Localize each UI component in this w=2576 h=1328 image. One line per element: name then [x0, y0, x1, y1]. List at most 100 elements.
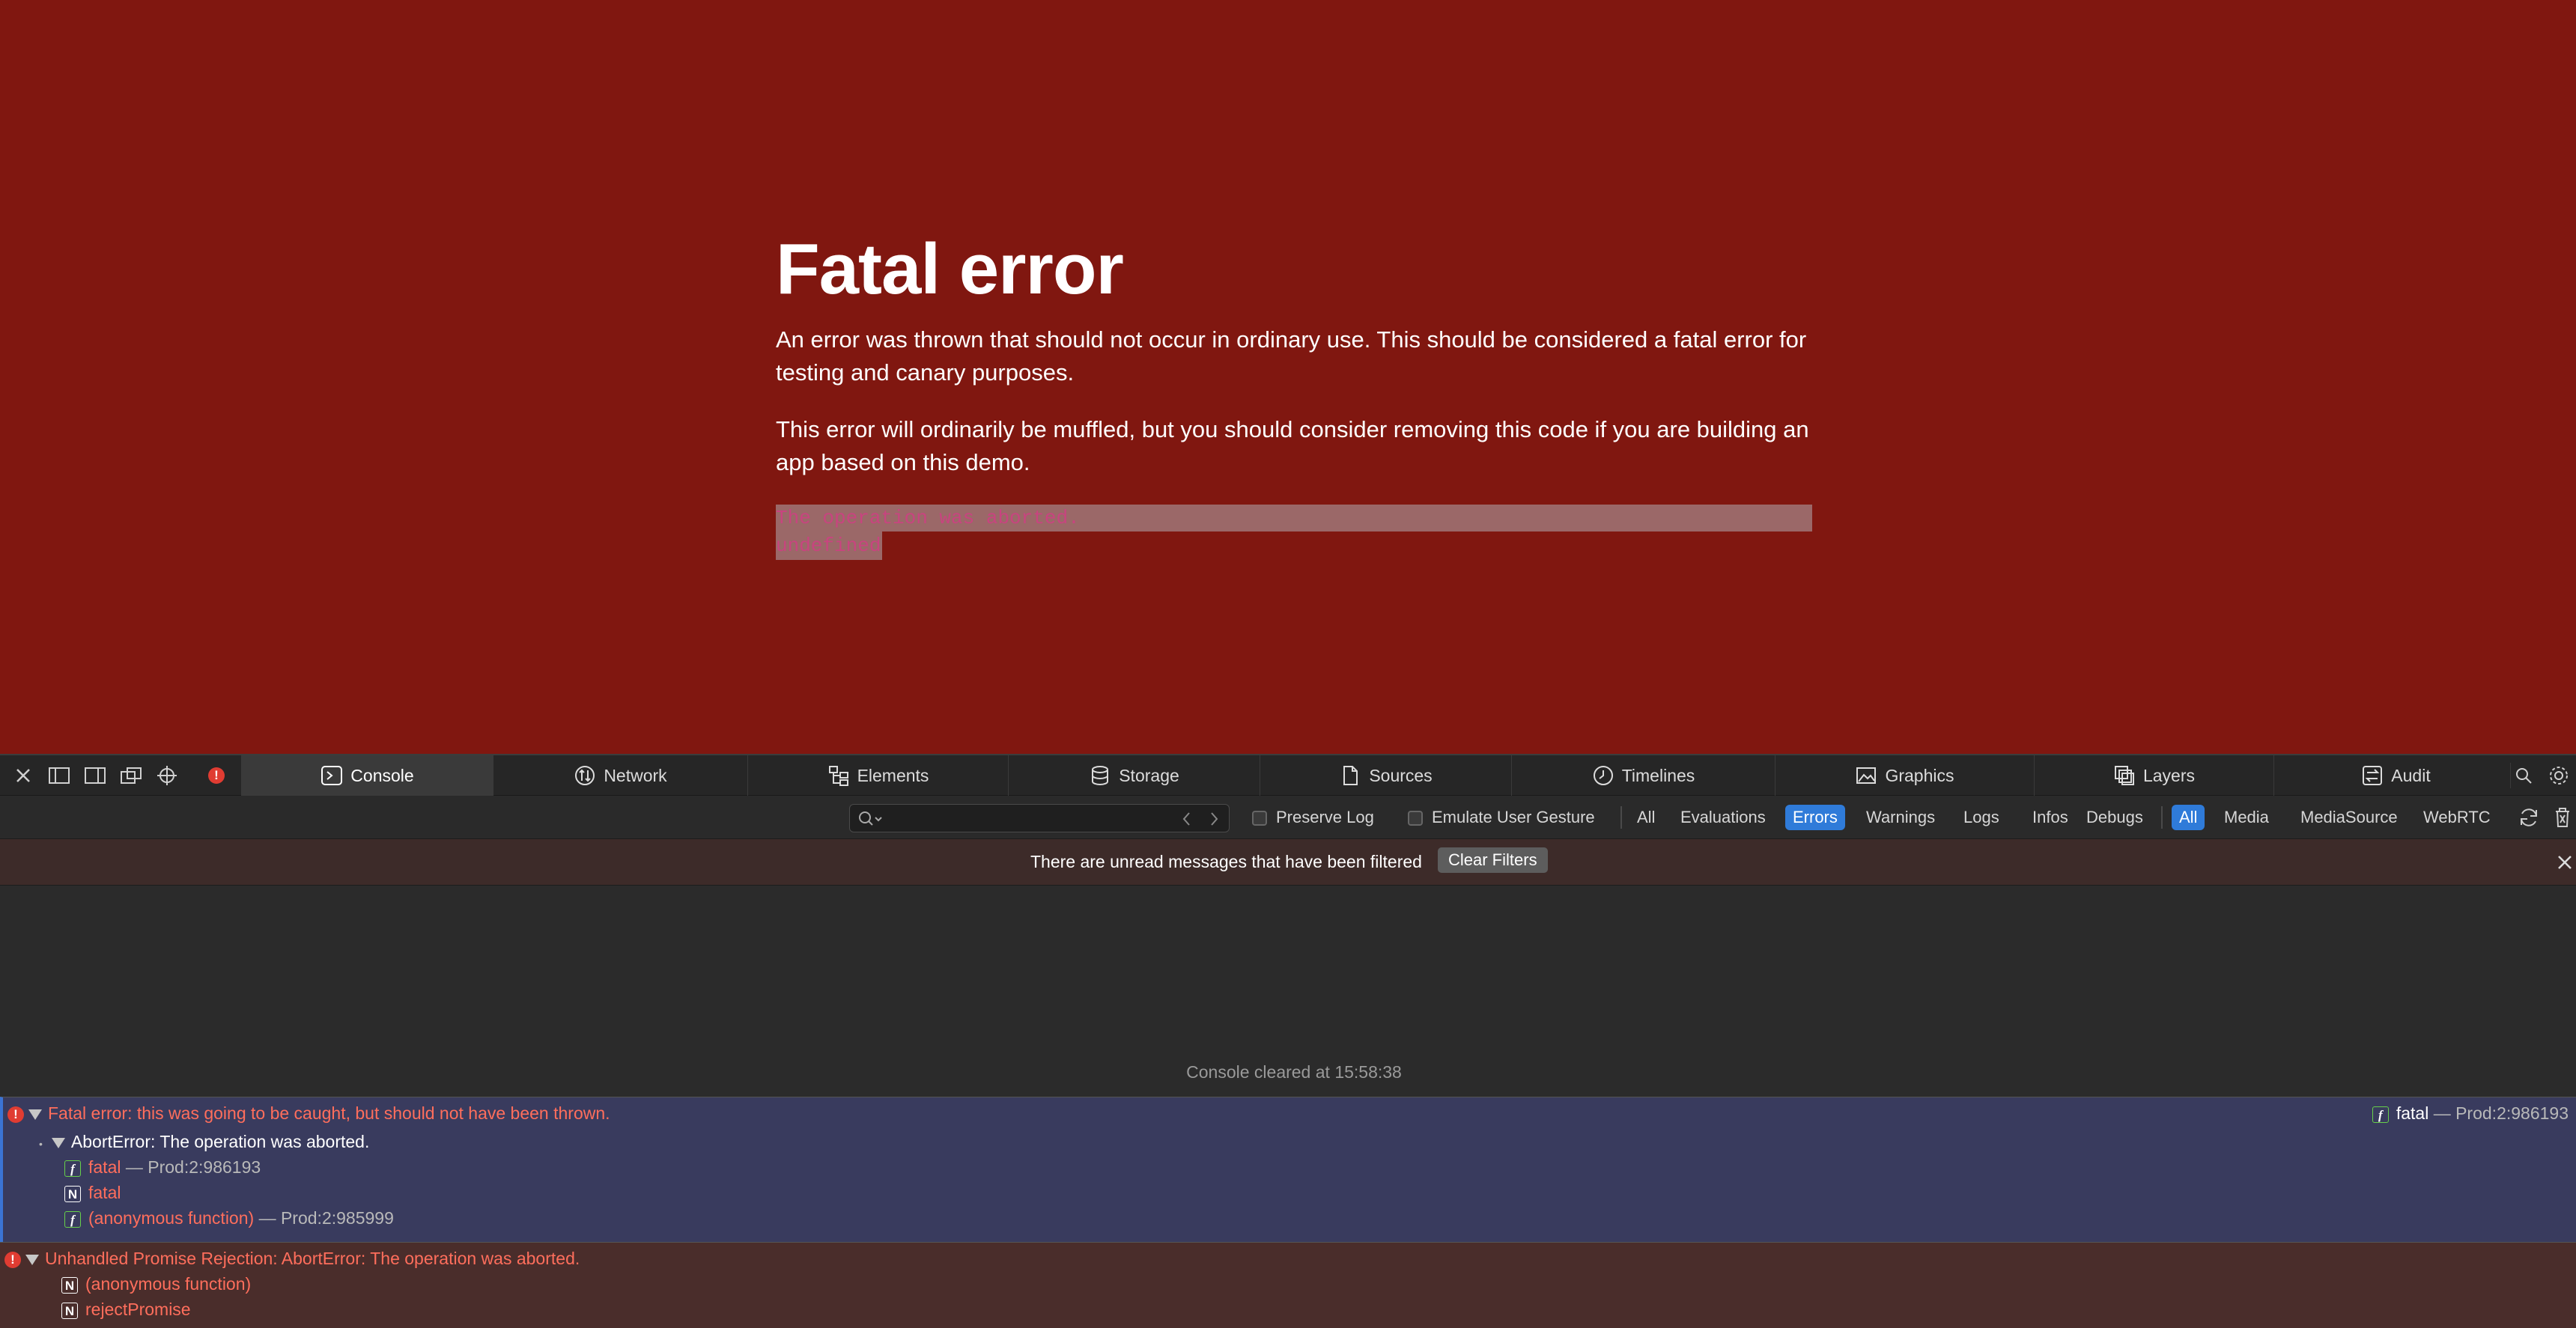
function-icon: f [2372, 1106, 2389, 1123]
error-description: An error was thrown that should not occu… [776, 326, 1807, 386]
level-warnings[interactable]: Warnings [1859, 805, 1942, 830]
previous-match-icon[interactable] [1179, 810, 1194, 828]
checkbox-box[interactable] [1252, 811, 1267, 826]
emulate-user-gesture-checkbox[interactable]: Emulate User Gesture [1408, 805, 1595, 830]
tab-label: Sources [1369, 765, 1433, 785]
message-header: ! Fatal error: this was going to be caugh… [7, 1103, 610, 1124]
clear-console-icon[interactable] [2552, 806, 2573, 829]
level-errors[interactable]: Errors [1785, 805, 1845, 830]
tab-sources[interactable]: Sources [1260, 755, 1511, 796]
search-icon [859, 811, 882, 826]
tab-label: Network [604, 765, 667, 785]
audit-icon [2363, 766, 2383, 785]
stack-location: — Prod:2:985999 [258, 1208, 394, 1228]
tab-label: Audit [2391, 765, 2431, 785]
tab-label: Storage [1119, 765, 1179, 785]
tab-label: Elements [857, 765, 929, 785]
console-message-error[interactable]: ! Fatal error: this was going to be caugh… [0, 1097, 2576, 1242]
graphics-icon [1856, 767, 1877, 784]
error-stack: undefined [776, 531, 882, 560]
detach-window-icon[interactable] [118, 763, 144, 788]
native-function-icon: N [61, 1302, 78, 1319]
reload-icon[interactable] [2518, 806, 2540, 829]
stack-function: rejectPromise [85, 1300, 191, 1319]
tab-network[interactable]: Network [493, 755, 747, 796]
message-text: Unhandled Promise Rejection: AbortError:… [45, 1249, 580, 1268]
dock-side-icon[interactable] [82, 763, 108, 788]
console-filter-bar: Preserve Log Emulate User Gesture All Ev… [0, 796, 2576, 839]
message-sub-object[interactable]: • AbortError: The operation was aborted. [39, 1132, 369, 1152]
banner-message: There are unread messages that have been… [1030, 852, 1422, 871]
error-message: The operation was aborted. [776, 505, 1812, 531]
stack-function: fatal [88, 1157, 121, 1177]
level-logs[interactable]: Logs [1956, 805, 2007, 830]
preserve-log-label: Preserve Log [1276, 808, 1374, 826]
tab-storage[interactable]: Storage [1008, 755, 1260, 796]
stack-function: (anonymous function) [88, 1208, 255, 1228]
preserve-log-checkbox[interactable]: Preserve Log [1252, 805, 1374, 830]
error-count-icon[interactable]: ! [204, 763, 229, 788]
tab-audit[interactable]: Audit [2273, 755, 2518, 796]
tab-label: Layers [2142, 765, 2196, 785]
dock-bottom-icon[interactable] [46, 763, 72, 788]
level-debugs[interactable]: Debugs [2079, 805, 2151, 830]
source-mediasource[interactable]: MediaSource [2293, 805, 2405, 830]
error-icon: ! [7, 1106, 24, 1123]
clear-filters-button[interactable]: Clear Filters [1438, 847, 1548, 873]
disclosure-triangle-icon[interactable] [51, 1137, 65, 1148]
elements-icon [828, 766, 848, 786]
stack-frame[interactable]: N (anonymous function) [61, 1274, 251, 1294]
message-header: ! Unhandled Promise Rejection: AbortError… [4, 1249, 580, 1269]
stack-frame[interactable]: Nfatal [64, 1183, 121, 1203]
stack-location: — Prod:2:986193 [125, 1157, 261, 1177]
source-all[interactable]: All [2172, 805, 2205, 830]
message-text: Fatal error: this was going to be caught… [48, 1103, 610, 1123]
search-icon[interactable] [2510, 763, 2536, 788]
location-function: fatal [2396, 1103, 2429, 1123]
level-infos[interactable]: Infos [2025, 805, 2076, 830]
source-webrtc[interactable]: WebRTC [2416, 805, 2498, 830]
tab-layers[interactable]: Layers [2034, 755, 2273, 796]
level-evaluations[interactable]: Evaluations [1673, 805, 1773, 830]
web-inspector: ! Console Network Elements Storage Sourc… [0, 754, 2576, 1328]
divider [2161, 806, 2163, 829]
checkbox-box[interactable] [1408, 811, 1423, 826]
native-function-icon: N [61, 1276, 78, 1294]
source-media[interactable]: Media [2217, 805, 2276, 830]
tab-label: Timelines [1621, 765, 1695, 785]
tab-elements[interactable]: Elements [747, 755, 1008, 796]
close-icon[interactable] [10, 763, 36, 788]
next-match-icon[interactable] [1206, 810, 1221, 828]
level-all[interactable]: All [1629, 805, 1662, 830]
console-message-unhandled-rejection[interactable]: ! Unhandled Promise Rejection: AbortError… [0, 1242, 2576, 1328]
console-cleared-notice: Console cleared at 15:58:38 [1186, 1062, 1402, 1082]
bullet-icon: • [39, 1138, 43, 1150]
sources-icon [1343, 766, 1358, 785]
tab-graphics[interactable]: Graphics [1775, 755, 2034, 796]
stack-frame[interactable]: f fatal — Prod:2:986193 [64, 1157, 261, 1178]
network-icon [575, 766, 595, 785]
disclosure-triangle-icon[interactable] [25, 1254, 39, 1265]
tab-timelines[interactable]: Timelines [1511, 755, 1775, 796]
inspector-tab-bar: ! Console Network Elements Storage Sourc… [0, 754, 2576, 796]
location-source: — Prod:2:986193 [2433, 1103, 2569, 1123]
close-banner-icon[interactable] [2557, 854, 2573, 871]
tab-label: Graphics [1885, 765, 1954, 785]
stack-function: (anonymous function) [85, 1274, 252, 1294]
sub-object-text: AbortError: The operation was aborted. [70, 1132, 370, 1151]
message-location[interactable]: f fatal — Prod:2:986193 [2372, 1103, 2569, 1124]
stack-function: fatal [88, 1183, 121, 1202]
filtered-messages-banner: There are unread messages that have been… [0, 839, 2576, 886]
console-filter-input[interactable] [849, 804, 1230, 832]
page-content: Fatal error An error was thrown that sho… [0, 0, 2576, 754]
tab-console[interactable]: Console [241, 755, 493, 796]
divider [1620, 806, 1622, 829]
settings-gear-icon[interactable] [2546, 763, 2572, 788]
element-picker-icon[interactable] [154, 763, 180, 788]
stack-frame[interactable]: NrejectPromise [61, 1300, 191, 1320]
console-icon [321, 766, 343, 785]
stack-frame[interactable]: f (anonymous function) — Prod:2:985999 [64, 1208, 394, 1228]
storage-icon [1092, 766, 1109, 785]
layers-icon [2114, 766, 2134, 785]
disclosure-triangle-icon[interactable] [28, 1109, 42, 1120]
